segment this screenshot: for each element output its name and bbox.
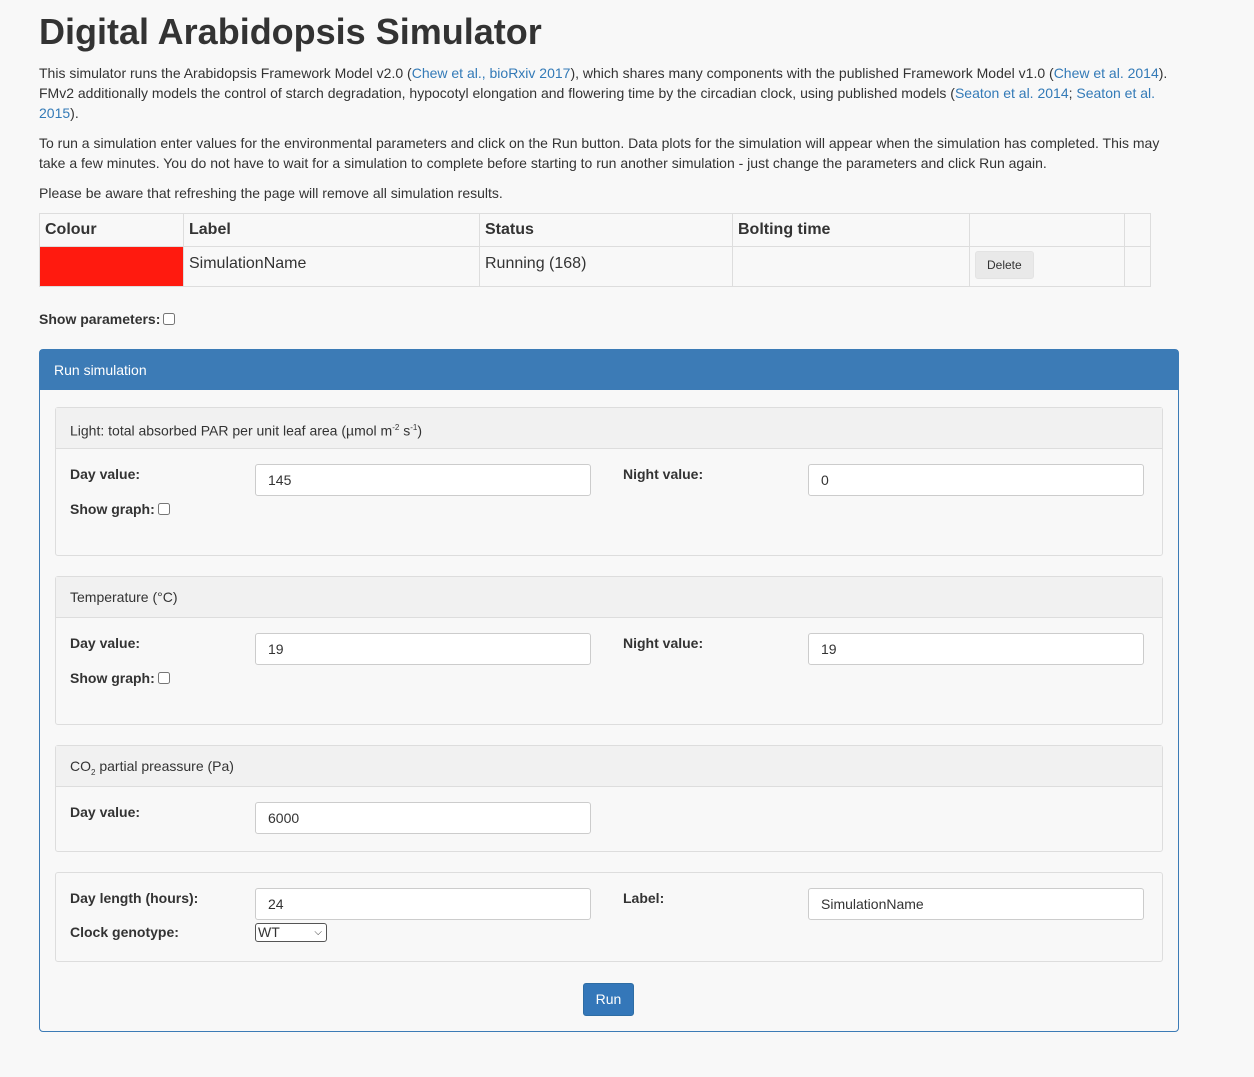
light-section-title: Light: total absorbed PAR per unit leaf … bbox=[56, 408, 1162, 449]
simulations-table: Colour Label Status Bolting time Simulat… bbox=[39, 213, 1151, 287]
daylength-label: Day length (hours): bbox=[70, 890, 199, 906]
temp-show-graph-label: Show graph: bbox=[70, 670, 155, 686]
light-show-graph-checkbox[interactable] bbox=[157, 503, 170, 515]
temp-day-input[interactable]: 19 bbox=[255, 633, 591, 665]
link-seaton-2014[interactable]: Seaton et al. 2014 bbox=[955, 85, 1069, 101]
light-day-label: Day value: bbox=[70, 466, 141, 482]
daylength-input[interactable]: 24 bbox=[255, 888, 591, 920]
link-chew-2014[interactable]: Chew et al. 2014 bbox=[1054, 65, 1159, 81]
run-simulation-panel: Run simulation Light: total absorbed PAR… bbox=[39, 349, 1179, 1032]
temp-night-input[interactable]: 19 bbox=[808, 633, 1144, 665]
page-title: Digital Arabidopsis Simulator bbox=[39, 11, 542, 52]
light-night-input[interactable]: 0 bbox=[808, 464, 1144, 496]
run-button[interactable]: Run bbox=[583, 983, 634, 1016]
co2-section-title: CO2 partial preassure (Pa) bbox=[56, 746, 1162, 787]
col-extra bbox=[1124, 213, 1151, 247]
col-status: Status bbox=[479, 213, 733, 247]
col-action bbox=[969, 213, 1125, 247]
show-parameters-label: Show parameters: bbox=[39, 311, 161, 327]
co2-day-input[interactable]: 6000 bbox=[255, 802, 591, 834]
simulation-label-label: Label: bbox=[623, 890, 665, 906]
link-chew-2017[interactable]: Chew et al., bioRxiv 2017 bbox=[412, 65, 571, 81]
light-day-input[interactable]: 145 bbox=[255, 464, 591, 496]
chevron-down-icon: ⌵ bbox=[314, 927, 322, 938]
delete-button[interactable]: Delete bbox=[975, 251, 1034, 279]
co2-title-text: CO bbox=[70, 758, 91, 774]
table-row: SimulationName Running (168) Delete bbox=[39, 246, 1151, 287]
page: Digital Arabidopsis Simulator This simul… bbox=[0, 0, 1254, 327]
temperature-section: Temperature (°C) Day value: 19 Night val… bbox=[55, 576, 1163, 725]
co2-title-text: partial preassure (Pa) bbox=[95, 758, 234, 774]
row-action-cell: Delete bbox=[969, 246, 1125, 287]
simulation-label-input[interactable]: SimulationName bbox=[808, 888, 1144, 920]
temp-night-label: Night value: bbox=[623, 635, 704, 651]
show-parameters-checkbox[interactable] bbox=[163, 313, 176, 325]
show-parameters: Show parameters: bbox=[39, 311, 1254, 327]
row-bolting bbox=[732, 246, 970, 287]
general-section: Day length (hours): 24 Label: Simulation… bbox=[55, 872, 1163, 962]
light-title-text: Light: total absorbed PAR per unit leaf … bbox=[70, 422, 393, 439]
row-extra bbox=[1124, 246, 1151, 287]
genotype-label: Clock genotype: bbox=[70, 924, 179, 940]
intro-paragraph: This simulator runs the Arabidopsis Fram… bbox=[39, 63, 1179, 123]
instructions-paragraph: To run a simulation enter values for the… bbox=[39, 135, 1160, 171]
co2-day-label: Day value: bbox=[70, 804, 141, 820]
temp-show-graph-checkbox[interactable] bbox=[157, 672, 170, 684]
genotype-select[interactable]: WT ⌵ bbox=[255, 923, 327, 942]
col-bolting-time: Bolting time bbox=[732, 213, 970, 247]
temp-show-graph: Show graph: bbox=[70, 670, 170, 686]
intro-text: This simulator runs the Arabidopsis Fram… bbox=[39, 65, 412, 81]
row-label: SimulationName bbox=[183, 246, 480, 287]
temperature-section-title: Temperature (°C) bbox=[56, 577, 1162, 618]
light-section: Light: total absorbed PAR per unit leaf … bbox=[55, 407, 1163, 556]
colour-swatch bbox=[39, 246, 184, 287]
light-show-graph: Show graph: bbox=[70, 501, 170, 517]
light-show-graph-label: Show graph: bbox=[70, 501, 155, 517]
col-label: Label bbox=[183, 213, 480, 247]
temp-day-label: Day value: bbox=[70, 635, 141, 651]
light-title-text: s bbox=[399, 422, 411, 439]
panel-title: Run simulation bbox=[40, 350, 1178, 390]
col-colour: Colour bbox=[39, 213, 184, 247]
row-status: Running (168) bbox=[479, 246, 733, 287]
light-night-label: Night value: bbox=[623, 466, 704, 482]
intro-text: ), which shares many components with the… bbox=[570, 65, 1054, 81]
table-header-row: Colour Label Status Bolting time bbox=[39, 213, 1151, 247]
co2-section: CO2 partial preassure (Pa) Day value: 60… bbox=[55, 745, 1163, 852]
genotype-selected: WT bbox=[258, 924, 280, 940]
intro-text: ). bbox=[70, 105, 79, 121]
warning-paragraph: Please be aware that refreshing the page… bbox=[39, 185, 503, 201]
light-title-text: ) bbox=[417, 422, 423, 439]
